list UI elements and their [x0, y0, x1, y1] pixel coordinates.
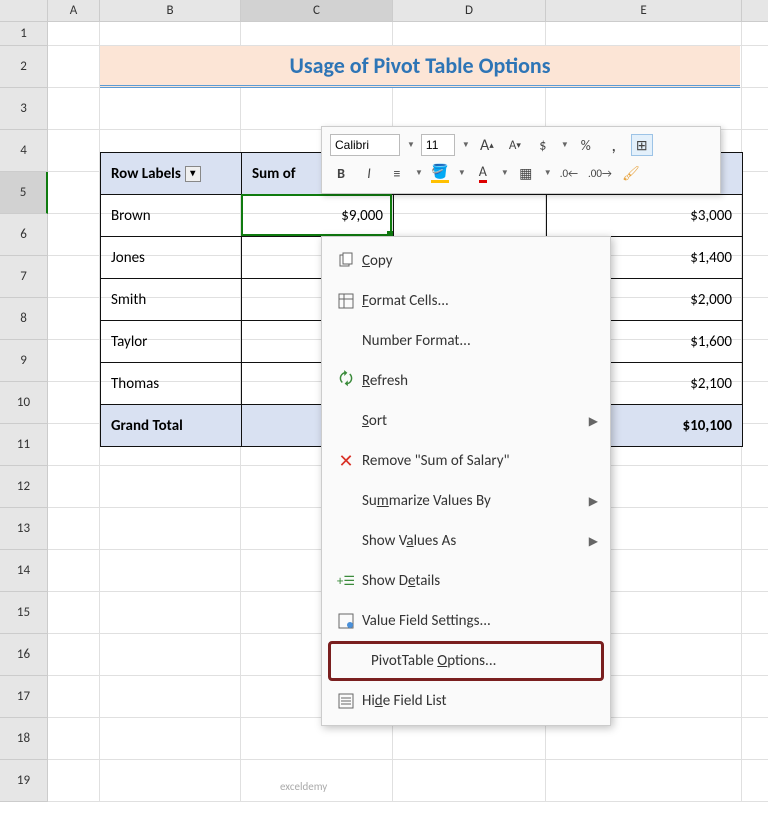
- row-header-6[interactable]: 6: [0, 214, 48, 256]
- menu-show-values-as[interactable]: Show Values As ▶: [322, 521, 610, 561]
- chevron-right-icon: ▶: [589, 414, 598, 429]
- col-header-d[interactable]: D: [393, 0, 546, 21]
- format-painter-icon[interactable]: 🖌: [620, 162, 642, 184]
- row-header-7[interactable]: 7: [0, 256, 48, 298]
- row-header-16[interactable]: 16: [0, 634, 48, 676]
- menu-label: Summarize Values By: [362, 492, 589, 510]
- row-header-17[interactable]: 17: [0, 676, 48, 718]
- row-header-18[interactable]: 18: [0, 718, 48, 760]
- row-header-13[interactable]: 13: [0, 508, 48, 550]
- decrease-decimal-icon[interactable]: .00→: [586, 162, 614, 184]
- menu-label: Sort: [362, 412, 589, 430]
- chevron-down-icon[interactable]: ▼: [458, 168, 466, 178]
- chevron-right-icon: ▶: [589, 494, 598, 509]
- row-header-11[interactable]: 11: [0, 424, 48, 466]
- refresh-icon: 🗘: [330, 368, 362, 395]
- chevron-down-icon[interactable]: ▼: [415, 168, 423, 178]
- comma-style-icon[interactable]: ,: [603, 134, 625, 156]
- menu-sort[interactable]: Sort ▶: [322, 401, 610, 441]
- row-header-4[interactable]: 4: [0, 130, 48, 172]
- menu-number-format[interactable]: Number Format...: [322, 321, 610, 361]
- title-banner: Usage of Pivot Table Options: [100, 46, 740, 88]
- menu-format-cells[interactable]: Format Cells...: [322, 281, 610, 321]
- remove-icon: ✕: [330, 450, 362, 472]
- menu-summarize[interactable]: Summarize Values By ▶: [322, 481, 610, 521]
- watermark: exceldemy: [280, 780, 327, 793]
- menu-copy[interactable]: Copy: [322, 241, 610, 281]
- col-header-e[interactable]: E: [546, 0, 742, 21]
- fill-color-icon[interactable]: 🪣: [429, 162, 451, 184]
- increase-font-icon[interactable]: A▴: [476, 134, 498, 156]
- menu-pivottable-options[interactable]: PivotTable Options...: [328, 641, 604, 681]
- merge-icon[interactable]: ⊞: [631, 134, 653, 156]
- page-title: Usage of Pivot Table Options: [290, 52, 551, 79]
- row-header-10[interactable]: 10: [0, 382, 48, 424]
- row-header-8[interactable]: 8: [0, 298, 48, 340]
- menu-label: Hide Field List: [362, 692, 598, 710]
- menu-label: PivotTable Options...: [371, 652, 589, 670]
- row-headers: 1 2 3 4 5 6 7 8 9 10 11 12 13 14 15 16 1…: [0, 22, 48, 802]
- menu-label: Refresh: [362, 372, 598, 390]
- borders-icon[interactable]: ▦: [515, 162, 537, 184]
- col-header-c[interactable]: C: [241, 0, 393, 21]
- field-list-icon: [330, 692, 362, 710]
- menu-label: Remove "Sum of Salary": [362, 452, 598, 470]
- menu-label: Show Values As: [362, 532, 589, 550]
- row-header-9[interactable]: 9: [0, 340, 48, 382]
- chevron-down-icon[interactable]: ▼: [501, 168, 509, 178]
- align-icon[interactable]: ≡: [386, 162, 408, 184]
- chevron-right-icon: ▶: [589, 534, 598, 549]
- table-row: Brown$9,000$3,000: [101, 195, 743, 237]
- menu-label: Value Field Settings...: [362, 612, 598, 630]
- row-header-5[interactable]: 5: [0, 172, 48, 214]
- menu-refresh[interactable]: 🗘 Refresh: [322, 361, 610, 401]
- chevron-down-icon[interactable]: ▼: [407, 140, 415, 150]
- row-header-3[interactable]: 3: [0, 88, 48, 130]
- chevron-down-icon[interactable]: ▼: [561, 140, 569, 150]
- increase-decimal-icon[interactable]: .0←: [558, 162, 580, 184]
- percent-icon[interactable]: %: [575, 134, 597, 156]
- col-header-a[interactable]: A: [48, 0, 100, 21]
- context-menu: Copy Format Cells... Number Format... 🗘 …: [321, 236, 611, 726]
- show-details-icon: +☰: [330, 574, 362, 589]
- menu-label: Show Details: [362, 572, 598, 590]
- font-name-input[interactable]: [330, 134, 400, 156]
- settings-icon: [330, 612, 362, 630]
- header-row-labels[interactable]: Row Labels▾: [101, 153, 242, 195]
- menu-label: Copy: [362, 252, 598, 270]
- row-header-12[interactable]: 12: [0, 466, 48, 508]
- menu-value-field-settings[interactable]: Value Field Settings...: [322, 601, 610, 641]
- menu-hide-field-list[interactable]: Hide Field List: [322, 681, 610, 721]
- menu-label: Format Cells...: [362, 292, 598, 310]
- menu-show-details[interactable]: +☰ Show Details: [322, 561, 610, 601]
- bold-button[interactable]: B: [330, 162, 352, 184]
- row-header-14[interactable]: 14: [0, 550, 48, 592]
- row-header-2[interactable]: 2: [0, 46, 48, 88]
- col-header-b[interactable]: B: [100, 0, 241, 21]
- font-size-input[interactable]: [421, 134, 455, 156]
- row-header-19[interactable]: 19: [0, 760, 48, 802]
- font-color-icon[interactable]: A: [472, 162, 494, 184]
- chevron-down-icon[interactable]: ▼: [544, 168, 552, 178]
- menu-label: Number Format...: [362, 332, 598, 350]
- format-cells-icon: [330, 292, 362, 310]
- chevron-down-icon[interactable]: ▼: [462, 140, 470, 150]
- select-all-corner[interactable]: [0, 0, 48, 21]
- decrease-font-icon[interactable]: A▾: [504, 134, 526, 156]
- copy-icon: [330, 252, 362, 270]
- italic-button[interactable]: I: [358, 162, 380, 184]
- filter-dropdown-icon[interactable]: ▾: [185, 166, 201, 182]
- row-header-15[interactable]: 15: [0, 592, 48, 634]
- column-headers: A B C D E: [0, 0, 768, 22]
- mini-toolbar: ▼ ▼ A▴ A▾ $ ▼ % , ⊞ B I ≡ ▼ 🪣 ▼ A ▼ ▦ ▼ .0← .…: [321, 126, 721, 194]
- currency-icon[interactable]: $: [532, 134, 554, 156]
- spreadsheet: A B C D E 1 2 3 4 5 6 7 8 9 10 11 12 13 …: [0, 0, 768, 22]
- row-header-1[interactable]: 1: [0, 22, 48, 46]
- menu-remove[interactable]: ✕ Remove "Sum of Salary": [322, 441, 610, 481]
